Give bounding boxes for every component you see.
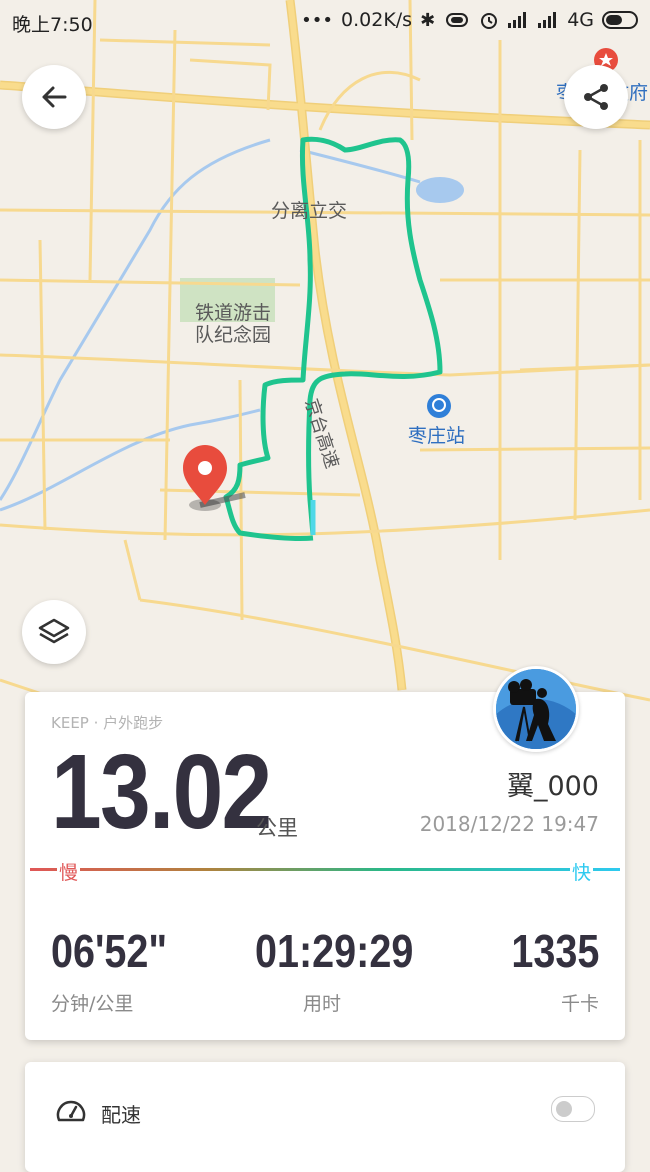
battery-icon bbox=[602, 11, 638, 29]
pace-toggle[interactable] bbox=[551, 1096, 595, 1122]
username: 翼_000 bbox=[506, 771, 599, 802]
map-label-station: 枣庄站 bbox=[408, 425, 466, 447]
pace-label: 分钟/公里 bbox=[51, 993, 134, 1015]
duration-label: 用时 bbox=[303, 993, 342, 1015]
distance-value: 13.02 bbox=[51, 733, 272, 851]
slow-label: 慢 bbox=[57, 858, 81, 885]
more-dots-icon: ••• bbox=[301, 9, 334, 31]
workout-source: KEEP · 户外跑步 bbox=[51, 714, 164, 732]
back-button[interactable] bbox=[22, 65, 86, 129]
share-icon bbox=[584, 84, 608, 110]
layers-icon bbox=[38, 618, 70, 644]
arrow-left-icon bbox=[42, 86, 67, 108]
calories-label: 千卡 bbox=[560, 993, 599, 1015]
status-indicators: ••• 0.02K/s ✱ 4G bbox=[301, 9, 640, 31]
train-station-icon bbox=[427, 394, 451, 418]
network-type: 4G bbox=[567, 9, 594, 31]
calories-value: 1335 bbox=[510, 925, 599, 977]
bluetooth-icon: ✱ bbox=[420, 9, 436, 31]
map-label-interchange: 分离立交 bbox=[271, 200, 348, 222]
cameraman-avatar-icon bbox=[496, 669, 576, 749]
fast-label: 快 bbox=[569, 858, 593, 885]
pace-value: 06'52" bbox=[51, 925, 168, 977]
signal-icon bbox=[508, 12, 527, 28]
run-datetime: 2018/12/22 19:47 bbox=[419, 812, 599, 836]
distance-unit: 公里 bbox=[256, 816, 298, 840]
duration-value: 01:29:29 bbox=[255, 925, 414, 977]
avatar[interactable] bbox=[493, 666, 579, 752]
layers-button[interactable] bbox=[22, 600, 86, 664]
status-time: 晚上7:50 bbox=[12, 14, 93, 36]
speedometer-icon bbox=[56, 1100, 86, 1122]
signal-2-icon bbox=[538, 12, 557, 28]
map-label-memorial-2: 队纪念园 bbox=[195, 324, 272, 346]
speed-gradient-bar bbox=[30, 868, 620, 871]
alarm-icon bbox=[481, 13, 498, 29]
share-button[interactable] bbox=[564, 65, 628, 129]
toggle-knob bbox=[556, 1101, 572, 1117]
net-speed: 0.02K/s bbox=[341, 9, 413, 31]
vibrate-icon bbox=[446, 13, 469, 27]
lake bbox=[416, 177, 464, 203]
status-bar: 晚上7:50 ••• 0.02K/s ✱ 4G bbox=[0, 0, 650, 44]
pace-panel-label: 配速 bbox=[101, 1103, 141, 1127]
